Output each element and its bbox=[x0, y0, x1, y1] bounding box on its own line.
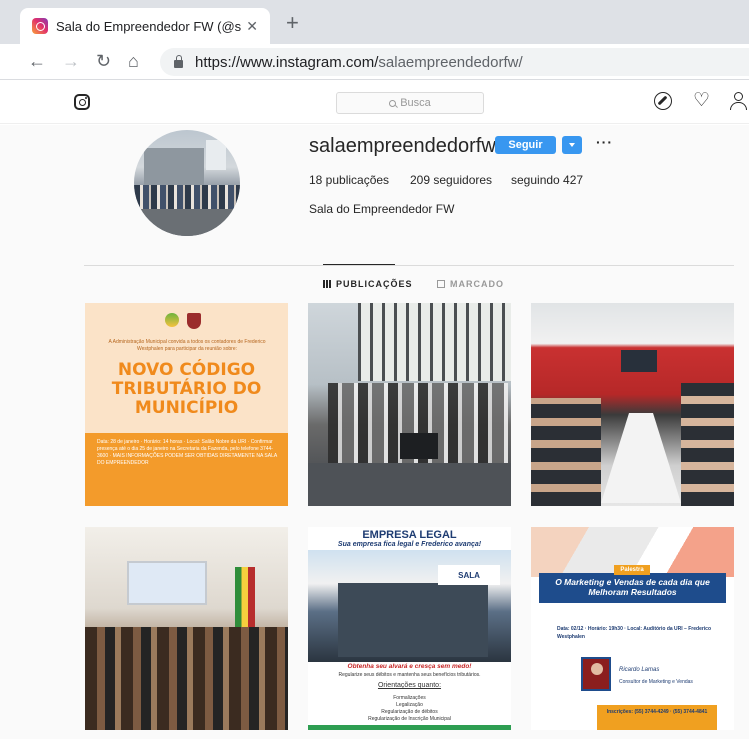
followers-count[interactable]: 209 seguidores bbox=[410, 173, 492, 187]
instagram-header: Busca ♡ bbox=[0, 80, 749, 124]
post-5-item: Formalizações bbox=[393, 695, 426, 701]
post-thumbnail-6[interactable]: Palestra O Marketing e Vendas de cada di… bbox=[531, 527, 734, 730]
post-6-speaker-role: Consultor de Marketing e Vendas bbox=[619, 679, 693, 685]
post-1-headline: NOVO CÓDIGO TRIBUTÁRIO DO MUNICÍPIO bbox=[111, 360, 262, 418]
profile-full-name: Sala do Empreendedor FW bbox=[309, 202, 455, 216]
post-6-info: Data: 02/12 · Horário: 19h30 · Local: Au… bbox=[557, 626, 712, 640]
suggestions-dropdown-button[interactable] bbox=[562, 136, 582, 154]
activity-heart-icon[interactable]: ♡ bbox=[693, 91, 711, 110]
post-thumbnail-5[interactable]: EMPRESA LEGAL Sua empresa fica legal e F… bbox=[308, 527, 511, 730]
browser-toolbar: ← → ↻ ⌂ https://www.instagram.com/salaem… bbox=[0, 44, 749, 80]
speaker-photo bbox=[581, 657, 611, 691]
browser-tabstrip: Sala do Empreendedor FW (@sal ✕ + bbox=[0, 0, 749, 44]
post-thumbnail-3[interactable] bbox=[531, 303, 734, 506]
post-5-slogan: Obtenha seu alvará e cresça sem medo! bbox=[347, 663, 472, 670]
posts-count: 18 publicações bbox=[309, 173, 390, 187]
search-placeholder: Busca bbox=[400, 97, 431, 109]
url-text: https://www.instagram.com/salaempreended… bbox=[195, 53, 523, 71]
following-count[interactable]: seguindo 427 bbox=[511, 173, 583, 187]
instagram-favicon-icon bbox=[32, 18, 48, 34]
post-5-slogan-sub: Regularize seus débitos e mantenha seus … bbox=[338, 672, 481, 678]
reload-icon[interactable]: ↻ bbox=[96, 50, 111, 72]
post-1-details: Data: 28 de janeiro · Horário: 14 horas … bbox=[97, 439, 277, 466]
post-thumbnail-1[interactable]: A Administração Municipal convida a todo… bbox=[85, 303, 288, 506]
address-bar[interactable]: https://www.instagram.com/salaempreended… bbox=[160, 48, 749, 76]
post-5-item: Regularização de débitos bbox=[381, 709, 438, 715]
post-1-intro: A Administração Municipal convida a todo… bbox=[108, 339, 266, 352]
prefeitura-logo-icon bbox=[165, 313, 179, 327]
profile-username: salaempreendedorfw bbox=[309, 135, 496, 157]
more-options-icon[interactable]: ··· bbox=[596, 134, 613, 150]
instagram-logo-icon[interactable] bbox=[74, 94, 90, 110]
post-6-speaker-name: Ricardo Lamas bbox=[619, 667, 660, 673]
post-5-orientations: Orientações quanto: bbox=[377, 682, 442, 689]
search-icon bbox=[389, 99, 397, 107]
post-5-sign: SALA bbox=[438, 565, 500, 585]
grid-icon bbox=[323, 280, 331, 288]
municipal-crest-icon bbox=[187, 313, 201, 329]
back-arrow-icon[interactable]: ← bbox=[28, 50, 46, 72]
forward-arrow-icon[interactable]: → bbox=[62, 50, 80, 72]
new-tab-button[interactable]: + bbox=[286, 12, 299, 34]
explore-compass-icon[interactable] bbox=[654, 92, 672, 110]
post-5-title: EMPRESA LEGAL bbox=[362, 529, 457, 541]
tab-posts[interactable]: PUBLICAÇÕES bbox=[323, 279, 413, 289]
profile-avatar[interactable] bbox=[134, 130, 240, 236]
tabs-divider bbox=[84, 265, 734, 266]
home-icon[interactable]: ⌂ bbox=[128, 50, 139, 72]
tab-tagged[interactable]: MARCADO bbox=[437, 279, 504, 289]
lock-icon bbox=[174, 55, 183, 68]
post-thumbnail-4[interactable] bbox=[85, 527, 288, 730]
browser-tab[interactable]: Sala do Empreendedor FW (@sal ✕ bbox=[20, 8, 270, 44]
post-5-subtitle: Sua empresa fica legal e Frederico avanç… bbox=[337, 541, 482, 548]
active-tab-indicator bbox=[323, 264, 395, 265]
post-5-item: Legalização bbox=[396, 702, 423, 708]
tab-posts-label: PUBLICAÇÕES bbox=[336, 279, 413, 289]
search-input[interactable]: Busca bbox=[336, 92, 484, 114]
profile-person-icon[interactable] bbox=[730, 92, 748, 110]
post-5-item: Regularização de Inscrição Municipal bbox=[368, 716, 451, 722]
follow-button[interactable]: Seguir bbox=[495, 136, 556, 154]
tab-close-icon[interactable]: ✕ bbox=[246, 18, 258, 35]
post-6-footer: Inscrições: (55) 3744-4249 · (55) 3744-4… bbox=[597, 705, 717, 730]
tab-title: Sala do Empreendedor FW (@sal bbox=[56, 18, 241, 34]
tagged-icon bbox=[437, 280, 445, 288]
post-thumbnail-2[interactable] bbox=[308, 303, 511, 506]
post-6-title: O Marketing e Vendas de cada dia que Mel… bbox=[555, 577, 710, 597]
post-6-tag: Palestra bbox=[614, 565, 650, 575]
tab-tagged-label: MARCADO bbox=[450, 279, 504, 289]
